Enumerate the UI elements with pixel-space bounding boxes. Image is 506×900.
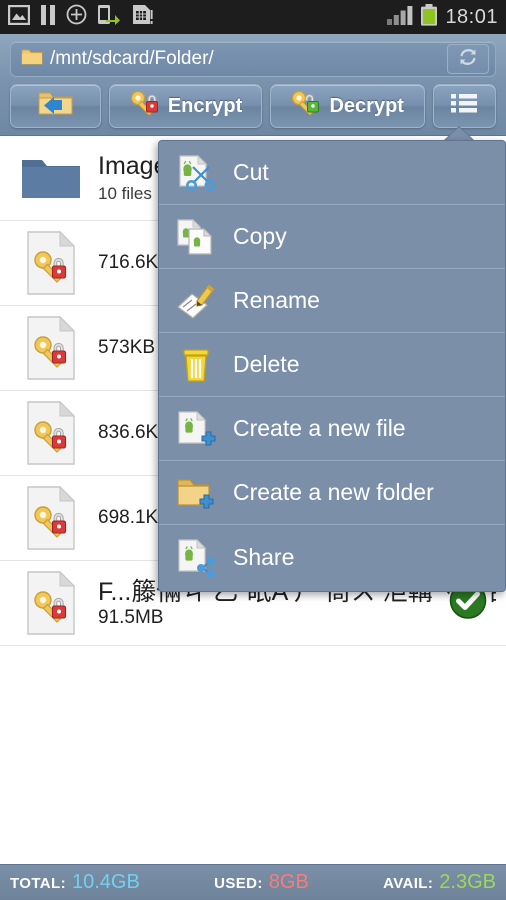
storage-used-value: 8GB [268, 871, 309, 893]
encrypted-file-icon [14, 315, 88, 381]
storage-total: TOTAL: 10.4GB [10, 871, 140, 894]
storage-used: USED: 8GB [214, 871, 309, 894]
storage-total-value: 10.4GB [72, 871, 140, 893]
menu-item-rename[interactable]: Rename [159, 269, 505, 333]
key-lock-red-icon [129, 89, 159, 123]
delete-trash-icon [175, 345, 217, 385]
copy-documents-icon [175, 217, 217, 257]
action-button-row: Encrypt Decrypt [10, 84, 496, 128]
new-folder-icon [175, 473, 217, 513]
device-transfer-icon [97, 4, 121, 30]
path-text: /mnt/sdcard/Folder/ [50, 48, 214, 69]
overflow-menu-button[interactable] [432, 84, 496, 128]
folder-back-icon [37, 88, 75, 124]
encrypt-button[interactable]: Encrypt [109, 84, 262, 128]
refresh-button[interactable] [447, 44, 489, 74]
menu-item-copy[interactable]: Copy [159, 205, 505, 269]
status-bar: 18:01 [0, 0, 506, 34]
context-menu-popup: Cut Copy Rename Delete Create a new file… [158, 140, 506, 592]
pause-icon [40, 4, 56, 30]
cut-scissors-icon [175, 153, 217, 193]
encrypted-file-icon [14, 230, 88, 296]
list-item-size: 91.5MB [98, 607, 164, 628]
path-bar[interactable]: /mnt/sdcard/Folder/ [10, 41, 496, 77]
menu-item-label: Rename [233, 287, 320, 313]
decrypt-label: Decrypt [329, 94, 404, 117]
gallery-icon [7, 4, 31, 30]
key-lock-green-icon [290, 89, 320, 123]
battery-icon [420, 3, 438, 31]
encrypted-file-icon [14, 570, 88, 636]
menu-item-cut[interactable]: Cut [159, 141, 505, 205]
encrypted-file-icon [14, 485, 88, 551]
rename-pencil-icon [175, 281, 217, 321]
storage-avail: AVAIL: 2.3GB [383, 871, 496, 894]
back-folder-button[interactable] [10, 84, 102, 128]
menu-item-create-new-folder[interactable]: Create a new folder [159, 461, 505, 525]
refresh-icon [457, 46, 479, 73]
encrypt-label: Encrypt [167, 94, 243, 117]
plus-circle-icon [66, 4, 87, 30]
status-bar-left-icons [7, 4, 153, 30]
popup-pointer-arrow [444, 127, 474, 141]
sim-card-icon [131, 4, 153, 30]
menu-item-label: Copy [233, 223, 287, 249]
menu-item-label: Delete [233, 351, 300, 377]
top-toolbar-area: /mnt/sdcard/Folder/ Encrypt Decrypt [0, 34, 506, 136]
signal-bars-icon [387, 5, 413, 30]
encrypted-file-icon [14, 400, 88, 466]
storage-total-label: TOTAL: [10, 875, 66, 892]
clock-time: 18:01 [445, 5, 498, 28]
file-manager-app: 18:01 /mnt/sdcard/Folder/ Encrypt Decryp… [0, 0, 506, 900]
storage-used-label: USED: [214, 875, 263, 892]
menu-item-label: Share [233, 543, 295, 570]
share-icon [175, 537, 217, 577]
status-bar-right-icons: 18:01 [387, 3, 498, 31]
storage-status-bar: TOTAL: 10.4GB USED: 8GB AVAIL: 2.3GB [0, 864, 506, 900]
folder-blue-icon [14, 154, 88, 202]
menu-item-share[interactable]: Share [159, 525, 505, 589]
menu-item-delete[interactable]: Delete [159, 333, 505, 397]
folder-icon [21, 47, 43, 71]
menu-item-label: Create a new file [233, 415, 406, 441]
list-menu-icon [449, 91, 479, 121]
menu-item-create-new-file[interactable]: Create a new file [159, 397, 505, 461]
storage-avail-label: AVAIL: [383, 875, 434, 892]
menu-item-label: Create a new folder [233, 479, 434, 505]
new-file-icon [175, 409, 217, 449]
menu-item-label: Cut [233, 159, 269, 185]
storage-avail-value: 2.3GB [439, 871, 496, 893]
decrypt-button[interactable]: Decrypt [269, 84, 425, 128]
